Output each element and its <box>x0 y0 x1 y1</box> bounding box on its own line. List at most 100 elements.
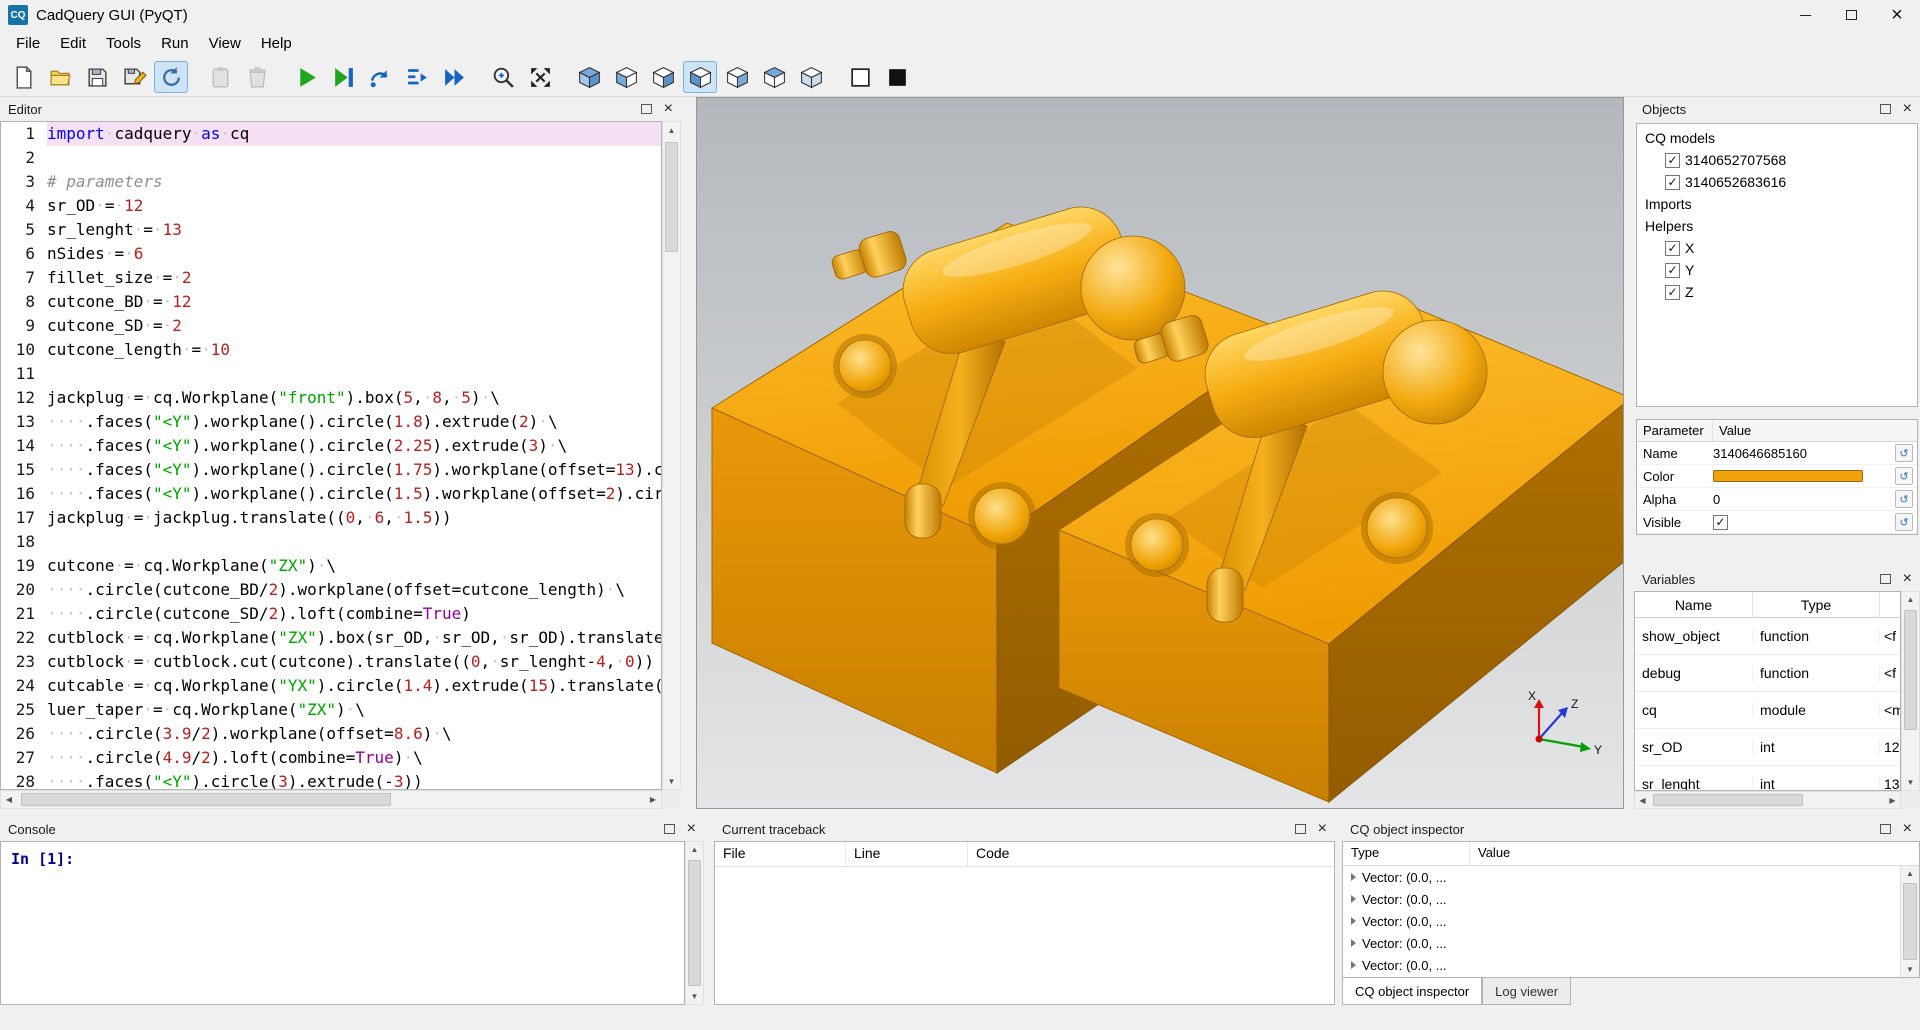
expand-icon[interactable] <box>1351 961 1356 969</box>
debug-icon[interactable] <box>326 61 360 93</box>
wireframe-icon[interactable] <box>843 61 877 93</box>
code-line[interactable]: 22cutblock·=·cq.Workplane("ZX").box(sr_O… <box>1 626 661 650</box>
variables-hscrollbar[interactable]: ◀ ▶ <box>1634 791 1901 809</box>
color-swatch[interactable] <box>1713 470 1863 482</box>
editor-hscrollbar[interactable]: ◀ ▶ <box>0 790 662 809</box>
expand-icon[interactable] <box>1351 895 1356 903</box>
maximize-icon[interactable] <box>1828 0 1874 30</box>
property-value[interactable]: 0 <box>1713 492 1891 507</box>
variable-row[interactable]: debugfunction<f <box>1635 655 1900 692</box>
new-file-icon[interactable] <box>6 61 40 93</box>
variable-row[interactable]: sr_lenghtint13 <box>1635 766 1900 791</box>
scroll-thumb[interactable] <box>21 793 391 806</box>
float-icon[interactable] <box>1880 104 1891 114</box>
tree-item-y[interactable]: ✓Y <box>1637 259 1917 281</box>
inspector-vscrollbar[interactable]: ▲ ▼ <box>1900 866 1919 977</box>
close-icon[interactable]: × <box>1874 0 1920 30</box>
code-line[interactable]: 8cutcone_BD·=·12 <box>1 290 661 314</box>
checkbox[interactable]: ✓ <box>1665 263 1680 278</box>
code-line[interactable]: 1import·cadquery·as·cq <box>1 122 661 146</box>
menu-help[interactable]: Help <box>251 30 302 58</box>
tree-item-imports[interactable]: Imports <box>1637 193 1917 215</box>
tree-item-x[interactable]: ✓X <box>1637 237 1917 259</box>
code-line[interactable]: 13····.faces("<Y").workplane().circle(1.… <box>1 410 661 434</box>
scroll-down-icon[interactable]: ▼ <box>1902 775 1919 790</box>
code-line[interactable]: 10cutcone_length·=·10 <box>1 338 661 362</box>
scroll-left-icon[interactable]: ◀ <box>1 791 17 808</box>
code-line[interactable]: 19cutcone·=·cq.Workplane("ZX")·\ <box>1 554 661 578</box>
front-view-icon[interactable] <box>609 61 643 93</box>
code-line[interactable]: 7fillet_size·=·2 <box>1 266 661 290</box>
inspector-row[interactable]: Vector: (0.0, ... <box>1343 932 1919 954</box>
fit-all-icon[interactable] <box>523 61 557 93</box>
console-input-area[interactable]: In [1]: <box>0 841 685 1005</box>
variable-row[interactable]: show_objectfunction<f <box>1635 618 1900 655</box>
checkbox[interactable]: ✓ <box>1665 153 1680 168</box>
close-dock-icon[interactable]: × <box>1903 571 1912 587</box>
code-line[interactable]: 21····.circle(cutcone_SD/2).loft(combine… <box>1 602 661 626</box>
scroll-up-icon[interactable]: ▲ <box>663 122 680 138</box>
tree-item-cq-models[interactable]: CQ models <box>1637 127 1917 149</box>
scroll-up-icon[interactable]: ▲ <box>686 842 703 857</box>
expand-icon[interactable] <box>1351 917 1356 925</box>
visible-checkbox[interactable]: ✓ <box>1713 515 1728 530</box>
scroll-thumb[interactable] <box>1653 794 1803 806</box>
zoom-fit-icon[interactable] <box>486 61 520 93</box>
code-line[interactable]: 16····.faces("<Y").workplane().circle(1.… <box>1 482 661 506</box>
step-over-icon[interactable] <box>363 61 397 93</box>
code-line[interactable]: 28····.faces("<Y").circle(3).extrude(-3)… <box>1 770 661 790</box>
back-view-icon[interactable] <box>646 61 680 93</box>
code-line[interactable]: 3# parameters <box>1 170 661 194</box>
code-line[interactable]: 26····.circle(3.9/2).workplane(offset=8.… <box>1 722 661 746</box>
scroll-thumb[interactable] <box>688 860 701 986</box>
checkbox[interactable]: ✓ <box>1665 285 1680 300</box>
left-view-icon[interactable] <box>683 61 717 93</box>
checkbox[interactable]: ✓ <box>1665 241 1680 256</box>
code-line[interactable]: 23cutblock·=·cutblock.cut(cutcone).trans… <box>1 650 661 674</box>
tree-item-z[interactable]: ✓Z <box>1637 281 1917 303</box>
code-line[interactable]: 9cutcone_SD·=·2 <box>1 314 661 338</box>
close-dock-icon[interactable]: × <box>687 821 696 837</box>
code-line[interactable]: 17jackplug·=·jackplug.translate((0,·6,·1… <box>1 506 661 530</box>
scroll-down-icon[interactable]: ▼ <box>686 989 703 1004</box>
scroll-down-icon[interactable]: ▼ <box>663 773 680 789</box>
menu-tools[interactable]: Tools <box>96 30 151 58</box>
scroll-left-icon[interactable]: ◀ <box>1635 792 1650 808</box>
code-line[interactable]: 4sr_OD·=·12 <box>1 194 661 218</box>
expand-icon[interactable] <box>1351 939 1356 947</box>
float-icon[interactable] <box>1295 824 1306 834</box>
clipboard-icon[interactable] <box>203 61 237 93</box>
open-file-icon[interactable] <box>43 61 77 93</box>
right-view-icon[interactable] <box>720 61 754 93</box>
scroll-up-icon[interactable]: ▲ <box>1901 866 1919 881</box>
inspector-row[interactable]: Vector: (0.0, ... <box>1343 888 1919 910</box>
inspector-row[interactable]: Vector: (0.0, ... <box>1343 954 1919 976</box>
save-icon[interactable] <box>80 61 114 93</box>
top-view-icon[interactable] <box>757 61 791 93</box>
scroll-right-icon[interactable]: ▶ <box>1885 792 1900 808</box>
reset-button[interactable]: ↺ <box>1895 467 1913 485</box>
inspector-row[interactable]: Vector: (0.0, ... <box>1343 910 1919 932</box>
close-dock-icon[interactable]: × <box>1903 101 1912 117</box>
reset-button[interactable]: ↺ <box>1895 513 1913 531</box>
scroll-down-icon[interactable]: ▼ <box>1901 962 1919 977</box>
tab-cq-object-inspector[interactable]: CQ object inspector <box>1342 978 1482 1005</box>
float-icon[interactable] <box>664 824 675 834</box>
iso-view-icon[interactable] <box>572 61 606 93</box>
variables-vscrollbar[interactable]: ▲ ▼ <box>1901 591 1920 791</box>
tree-item-helpers[interactable]: Helpers <box>1637 215 1917 237</box>
tree-item-3140652683616[interactable]: ✓3140652683616 <box>1637 171 1917 193</box>
save-as-icon[interactable] <box>117 61 151 93</box>
code-line[interactable]: 25luer_taper·=·cq.Workplane("ZX")·\ <box>1 698 661 722</box>
scroll-right-icon[interactable]: ▶ <box>645 791 661 808</box>
float-icon[interactable] <box>641 104 652 114</box>
reset-button[interactable]: ↺ <box>1895 444 1913 462</box>
code-line[interactable]: 12jackplug·=·cq.Workplane("front").box(5… <box>1 386 661 410</box>
inspector-row[interactable]: Vector: (0.0, ... <box>1343 866 1919 888</box>
variable-row[interactable]: cqmodule<m <box>1635 692 1900 729</box>
menu-view[interactable]: View <box>199 30 251 58</box>
code-line[interactable]: 2 <box>1 146 661 170</box>
tab-log-viewer[interactable]: Log viewer <box>1482 978 1571 1005</box>
code-line[interactable]: 14····.faces("<Y").workplane().circle(2.… <box>1 434 661 458</box>
menu-run[interactable]: Run <box>151 30 199 58</box>
